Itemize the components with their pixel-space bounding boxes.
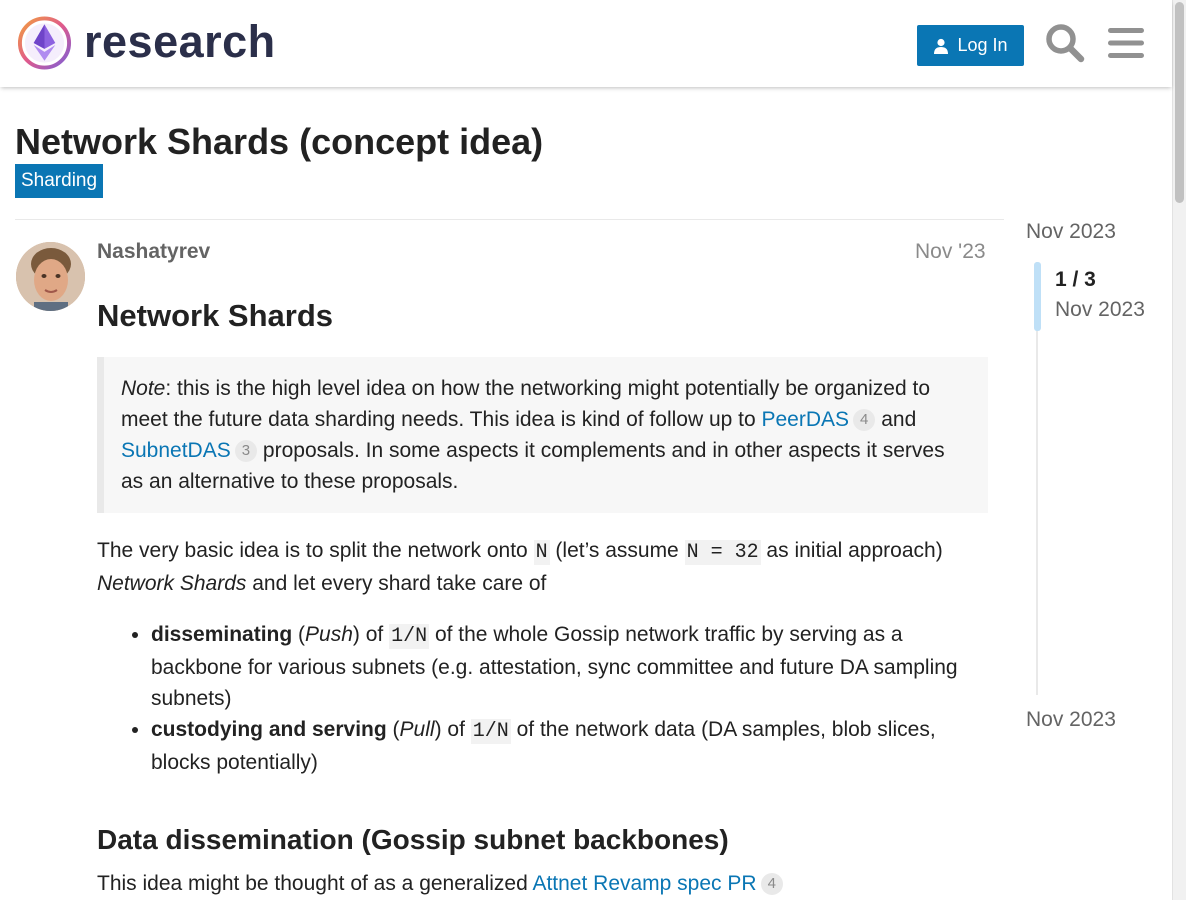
intro-text-1: The very basic idea is to split the netw…: [97, 539, 534, 562]
hamburger-menu-icon: [1108, 28, 1144, 58]
network-shards-term: Network Shards: [97, 572, 247, 595]
list-item-strong: disseminating: [151, 623, 293, 646]
list-item: disseminating (Push) of 1/N of the whole…: [151, 619, 988, 714]
post-body: Network Shards Note: this is the high le…: [97, 296, 988, 899]
topic-title[interactable]: Network Shards (concept idea): [15, 121, 543, 163]
user-icon: [934, 38, 949, 54]
list-item-text: (: [292, 623, 306, 646]
list-item-code: 1/N: [389, 624, 430, 649]
login-label: Log In: [957, 35, 1008, 55]
code-n: N: [533, 540, 550, 565]
note-quote: Note: this is the high level idea on how…: [97, 357, 988, 513]
code-n-equals: N = 32: [684, 540, 761, 565]
site-header: research Log In: [0, 0, 1172, 87]
author-username[interactable]: Nashatyrev: [97, 240, 210, 264]
ethereum-logo-icon: [17, 16, 72, 70]
timeline-handle[interactable]: [1034, 262, 1041, 331]
section-text: This idea might be thought of as a gener…: [97, 872, 533, 895]
post-heading: Network Shards: [97, 298, 334, 333]
avatar-image: [16, 242, 85, 311]
search-button[interactable]: [1045, 22, 1085, 64]
timeline-position: 1 / 3: [1055, 268, 1096, 291]
quote-text-2: and: [875, 408, 917, 431]
site-logo[interactable]: research: [16, 14, 276, 72]
post-date[interactable]: Nov '23: [915, 240, 986, 264]
list-item-em: Pull: [399, 718, 435, 741]
attnet-revamp-link[interactable]: Attnet Revamp spec PR: [532, 872, 756, 895]
list-item-strong: custodying and serving: [151, 718, 387, 741]
subnetdas-click-count: 3: [234, 440, 258, 462]
intro-text-4: and let every shard take care of: [246, 572, 547, 595]
list-item-code: 1/N: [470, 719, 511, 744]
section-heading: Data dissemination (Gossip subnet backbo…: [97, 824, 729, 855]
shard-duties-list: disseminating (Push) of 1/N of the whole…: [151, 619, 988, 778]
login-button[interactable]: Log In: [917, 25, 1024, 66]
list-item-text: ) of: [434, 718, 471, 741]
timeline-start-date[interactable]: Nov 2023: [1026, 220, 1116, 244]
category-badge[interactable]: Sharding: [15, 164, 104, 198]
list-item: custodying and serving (Pull) of 1/N of …: [151, 714, 988, 778]
scrollbar-thumb[interactable]: [1175, 2, 1184, 203]
timeline-end-date[interactable]: Nov 2023: [1026, 708, 1116, 732]
attnet-click-count: 4: [760, 873, 783, 895]
author-avatar[interactable]: [16, 242, 85, 311]
list-item-text: (: [386, 718, 400, 741]
page-scrollbar[interactable]: [1172, 0, 1186, 900]
intro-text-3: as initial approach): [760, 539, 943, 562]
menu-button[interactable]: [1106, 22, 1146, 64]
intro-text-2: (let’s assume: [549, 539, 685, 562]
peerdas-link[interactable]: PeerDAS: [762, 408, 850, 431]
list-item-text: ) of: [352, 623, 390, 646]
peerdas-click-count: 4: [853, 409, 876, 431]
search-icon: [1046, 24, 1085, 63]
list-item-em: Push: [305, 623, 353, 646]
section-paragraph: This idea might be thought of as a gener…: [97, 868, 988, 899]
intro-paragraph: The very basic idea is to split the netw…: [97, 535, 988, 599]
title-divider: [15, 219, 1004, 220]
logo-text: research: [84, 15, 276, 67]
timeline-current-date: Nov 2023: [1055, 298, 1145, 321]
note-label: Note: [121, 377, 166, 400]
subnetdas-link[interactable]: SubnetDAS: [121, 439, 231, 462]
